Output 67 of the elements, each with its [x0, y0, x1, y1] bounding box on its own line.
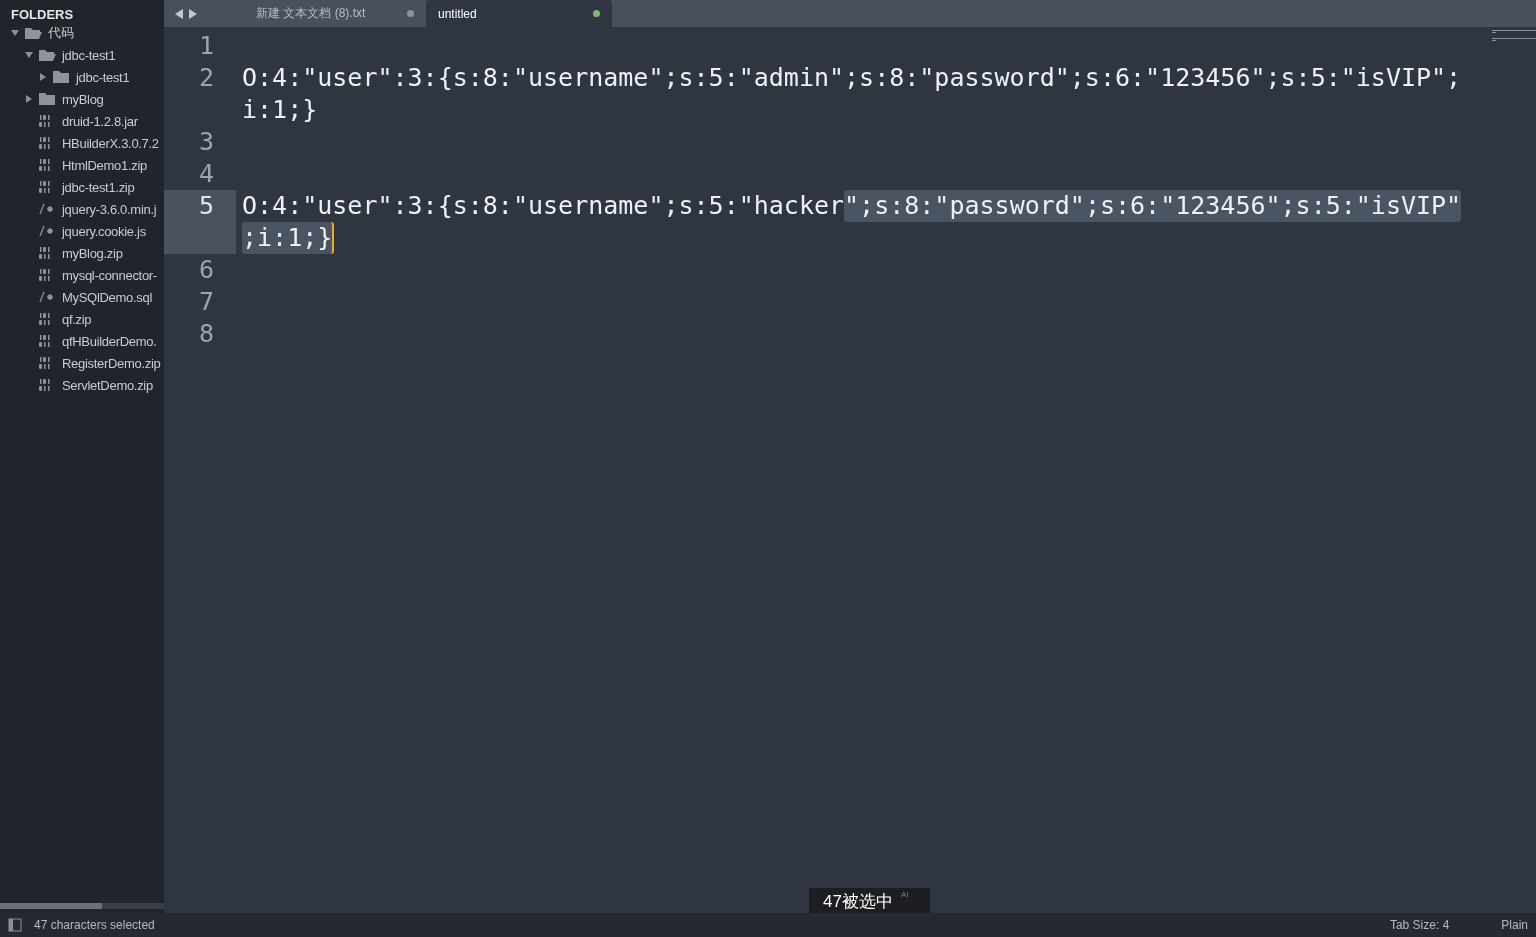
file-name: HBuilderX.3.0.7.2: [62, 135, 159, 151]
file-item[interactable]: myBlog.zip: [0, 242, 164, 264]
tab-size-status[interactable]: Tab Size: 4: [1389, 918, 1450, 932]
line-number: 7: [197, 286, 215, 318]
file-name: qfHBuilderDemo.: [62, 333, 157, 349]
line-number: 3: [197, 126, 215, 158]
folder-item[interactable]: jdbc-test1: [0, 66, 164, 88]
file-name: ServletDemo.zip: [62, 377, 153, 393]
line-number: 5: [164, 190, 236, 254]
folder-item[interactable]: jdbc-test1: [0, 44, 164, 66]
back-arrow-icon[interactable]: [174, 7, 184, 20]
file-item[interactable]: druid-1.2.8.jar: [0, 110, 164, 132]
file-name: myBlog.zip: [62, 245, 123, 261]
file-name: jquery.cookie.js: [62, 223, 146, 239]
folder-item[interactable]: myBlog: [0, 88, 164, 110]
file-item[interactable]: qf.zip: [0, 308, 164, 330]
file-name: HtmlDemo1.zip: [62, 157, 147, 173]
folder-item[interactable]: 代码: [0, 22, 164, 44]
selected-code: ";s:8:"password";s:6:"123456";s:5:"isVIP": [844, 190, 1462, 222]
file-item[interactable]: qfHBuilderDemo.: [0, 330, 164, 352]
file-item[interactable]: mysql-connector-: [0, 264, 164, 286]
file-name: RegisterDemo.zip: [62, 355, 161, 371]
file-item[interactable]: jquery.cookie.js: [0, 220, 164, 242]
line-number: 8: [197, 318, 215, 350]
line-number: 1: [197, 30, 215, 62]
selected-code: ;i:1;}: [242, 222, 335, 254]
file-name: myBlog: [62, 91, 104, 107]
code-text: O:4:"user":3:{s:8:"username";s:5:"admin";s:8:"password";s:6:"123456";s:5:"isVIP";: [242, 62, 1462, 94]
folder-icon: [52, 70, 70, 84]
file-name: jquery-3.6.0.min.j: [62, 201, 157, 217]
scrollbar-track[interactable]: [0, 903, 164, 909]
file-name: jdbc-test1: [76, 69, 130, 85]
code-file-icon: [38, 290, 56, 304]
code-file-icon: [38, 224, 56, 238]
folder-icon: [24, 26, 42, 40]
file-item[interactable]: HBuilderX.3.0.7.2: [0, 132, 164, 154]
file-name: MySQlDemo.sql: [62, 289, 152, 305]
editor-tab[interactable]: 新建 文本文档 (8).txt: [206, 0, 426, 27]
line-number: 4: [197, 158, 215, 190]
file-item[interactable]: jdbc-test1.zip: [0, 176, 164, 198]
scrollbar-thumb[interactable]: [0, 903, 102, 909]
file-item[interactable]: jquery-3.6.0.min.j: [0, 198, 164, 220]
line-number: 6: [197, 254, 215, 286]
ai-label: AI: [900, 890, 909, 899]
file-name: druid-1.2.8.jar: [62, 113, 138, 129]
code-file-icon: [38, 202, 56, 216]
folder-icon: [38, 92, 56, 106]
file-name: jdbc-test1: [62, 47, 116, 63]
file-item[interactable]: MySQlDemo.sql: [0, 286, 164, 308]
sidebar-title: FOLDERS: [10, 6, 75, 22]
file-name: mysql-connector-: [62, 267, 157, 283]
sidebar-toggle-icon[interactable]: [8, 918, 22, 932]
file-item[interactable]: ServletDemo.zip: [0, 374, 164, 396]
code-text: i:1;}: [242, 94, 318, 126]
selection-status: 47 characters selected: [34, 918, 155, 932]
file-item[interactable]: RegisterDemo.zip: [0, 352, 164, 374]
forward-arrow-icon[interactable]: [188, 7, 198, 20]
syntax-status[interactable]: Plain: [1501, 918, 1528, 932]
code-text: O:4:"user":3:{s:8:"username";s:5:"hacker: [242, 190, 845, 222]
folder-icon: [38, 48, 56, 62]
file-name: qf.zip: [62, 311, 92, 327]
editor-tab[interactable]: untitled: [426, 0, 612, 27]
file-name: 代码: [48, 24, 74, 42]
subtitle-text: 47被选中: [823, 891, 893, 913]
line-number: 2: [197, 62, 215, 94]
file-name: jdbc-test1.zip: [62, 179, 135, 195]
file-item[interactable]: HtmlDemo1.zip: [0, 154, 164, 176]
